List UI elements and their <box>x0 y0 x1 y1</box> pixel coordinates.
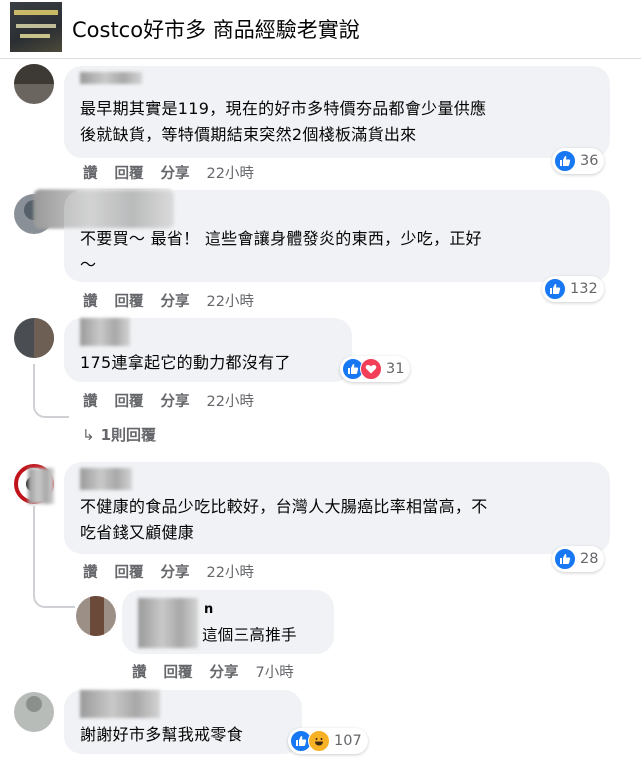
comment-text: 吃省錢又顧健康 <box>80 523 195 542</box>
share-button[interactable]: 分享 <box>210 665 239 681</box>
like-icon <box>544 278 566 300</box>
group-title[interactable]: Costco好市多 商品經驗老實說 <box>72 14 360 44</box>
reaction-count[interactable]: 28 <box>552 546 605 572</box>
share-button[interactable]: 分享 <box>161 166 190 182</box>
avatar[interactable] <box>14 64 54 104</box>
author-name-blurred[interactable] <box>80 318 130 346</box>
like-icon <box>554 150 576 172</box>
comment-actions: 讚 回覆 分享 22小時 <box>83 390 271 411</box>
author-avatar-blurred <box>138 598 198 648</box>
comment-text: ～ <box>80 255 97 274</box>
reply-arrow-icon: ↳ <box>82 426 95 444</box>
author-name-blurred[interactable] <box>80 468 132 490</box>
like-button[interactable]: 讚 <box>83 294 98 310</box>
like-button[interactable]: 讚 <box>83 565 98 581</box>
reaction-number: 28 <box>580 551 599 567</box>
view-replies-label: 1則回覆 <box>100 426 157 444</box>
like-button[interactable]: 讚 <box>83 166 98 182</box>
reaction-number: 132 <box>570 281 598 297</box>
group-thumbnail[interactable] <box>10 2 62 52</box>
timestamp[interactable]: 22小時 <box>207 166 254 182</box>
avatar[interactable] <box>14 318 54 358</box>
reaction-count[interactable]: 132 <box>542 276 604 302</box>
comment-actions: 讚 回覆 分享 7小時 <box>132 661 311 682</box>
comment-text: 後就缺貨，等特價期結束突然2個棧板滿貨出來 <box>80 125 417 144</box>
author-name-blurred[interactable] <box>80 72 142 84</box>
reaction-count[interactable]: 36 <box>552 148 605 174</box>
comment-actions: 讚 回覆 分享 22小時 <box>83 290 271 311</box>
reaction-count[interactable]: 31 <box>340 356 411 382</box>
comment-text: 不健康的食品少吃比較好，台灣人大腸癌比率相當高，不 <box>80 497 488 516</box>
comment-text: 不要買～ 最省！ 這些會讓身體發炎的東西，少吃，正好 <box>80 229 482 248</box>
like-button[interactable]: 讚 <box>83 394 98 410</box>
share-button[interactable]: 分享 <box>161 565 190 581</box>
timestamp[interactable]: 22小時 <box>207 294 254 310</box>
author-name-blurred[interactable] <box>34 190 174 228</box>
author-name-blurred[interactable] <box>80 690 160 718</box>
share-button[interactable]: 分享 <box>161 294 190 310</box>
comment-text: 175連拿起它的動力都沒有了 <box>80 353 291 372</box>
comment-actions: 讚 回覆 分享 22小時 <box>83 162 271 183</box>
comment-bubble: n 這個三高推手 <box>122 590 334 654</box>
comment-bubble: 不健康的食品少吃比較好，台灣人大腸癌比率相當高，不 吃省錢又顧健康 <box>64 462 610 554</box>
view-replies-link[interactable]: ↳ 1則回覆 <box>82 424 156 445</box>
reply-button[interactable]: 回覆 <box>115 166 144 182</box>
reply-button[interactable]: 回覆 <box>115 565 144 581</box>
comment-bubble: 最早期其實是119，現在的好市多特價夯品都會少量供應 後就缺貨，等特價期結束突然… <box>64 66 610 158</box>
share-button[interactable]: 分享 <box>161 394 190 410</box>
avatar[interactable] <box>14 692 54 732</box>
reply-button[interactable]: 回覆 <box>115 294 144 310</box>
reply-thread-line <box>33 506 75 608</box>
love-icon <box>360 358 382 380</box>
group-header: Costco好市多 商品經驗老實說 <box>0 0 641 59</box>
timestamp[interactable]: 22小時 <box>207 394 254 410</box>
reply-thread-line <box>33 364 69 418</box>
haha-icon <box>308 730 330 752</box>
reaction-number: 36 <box>580 153 599 169</box>
comment-text: 謝謝好市多幫我戒零食 <box>80 725 244 744</box>
reaction-number: 31 <box>386 361 405 377</box>
comment-bubble: 謝謝好市多幫我戒零食 <box>64 690 302 754</box>
like-button[interactable]: 讚 <box>132 665 147 681</box>
timestamp[interactable]: 7小時 <box>256 665 294 681</box>
reply-button[interactable]: 回覆 <box>115 394 144 410</box>
reaction-count[interactable]: 107 <box>288 728 368 754</box>
reply-button[interactable]: 回覆 <box>164 665 193 681</box>
like-icon <box>554 548 576 570</box>
comment-bubble: 175連拿起它的動力都沒有了 <box>64 318 352 382</box>
author-name-blurred[interactable] <box>28 468 54 504</box>
avatar[interactable] <box>76 596 116 636</box>
comment-text: 最早期其實是119，現在的好市多特價夯品都會少量供應 <box>80 99 487 118</box>
reaction-number: 107 <box>334 733 362 749</box>
comment-text: 這個三高推手 <box>202 626 297 644</box>
comment-actions: 讚 回覆 分享 22小時 <box>83 561 271 582</box>
author-name[interactable]: n <box>204 602 213 617</box>
timestamp[interactable]: 22小時 <box>207 565 254 581</box>
